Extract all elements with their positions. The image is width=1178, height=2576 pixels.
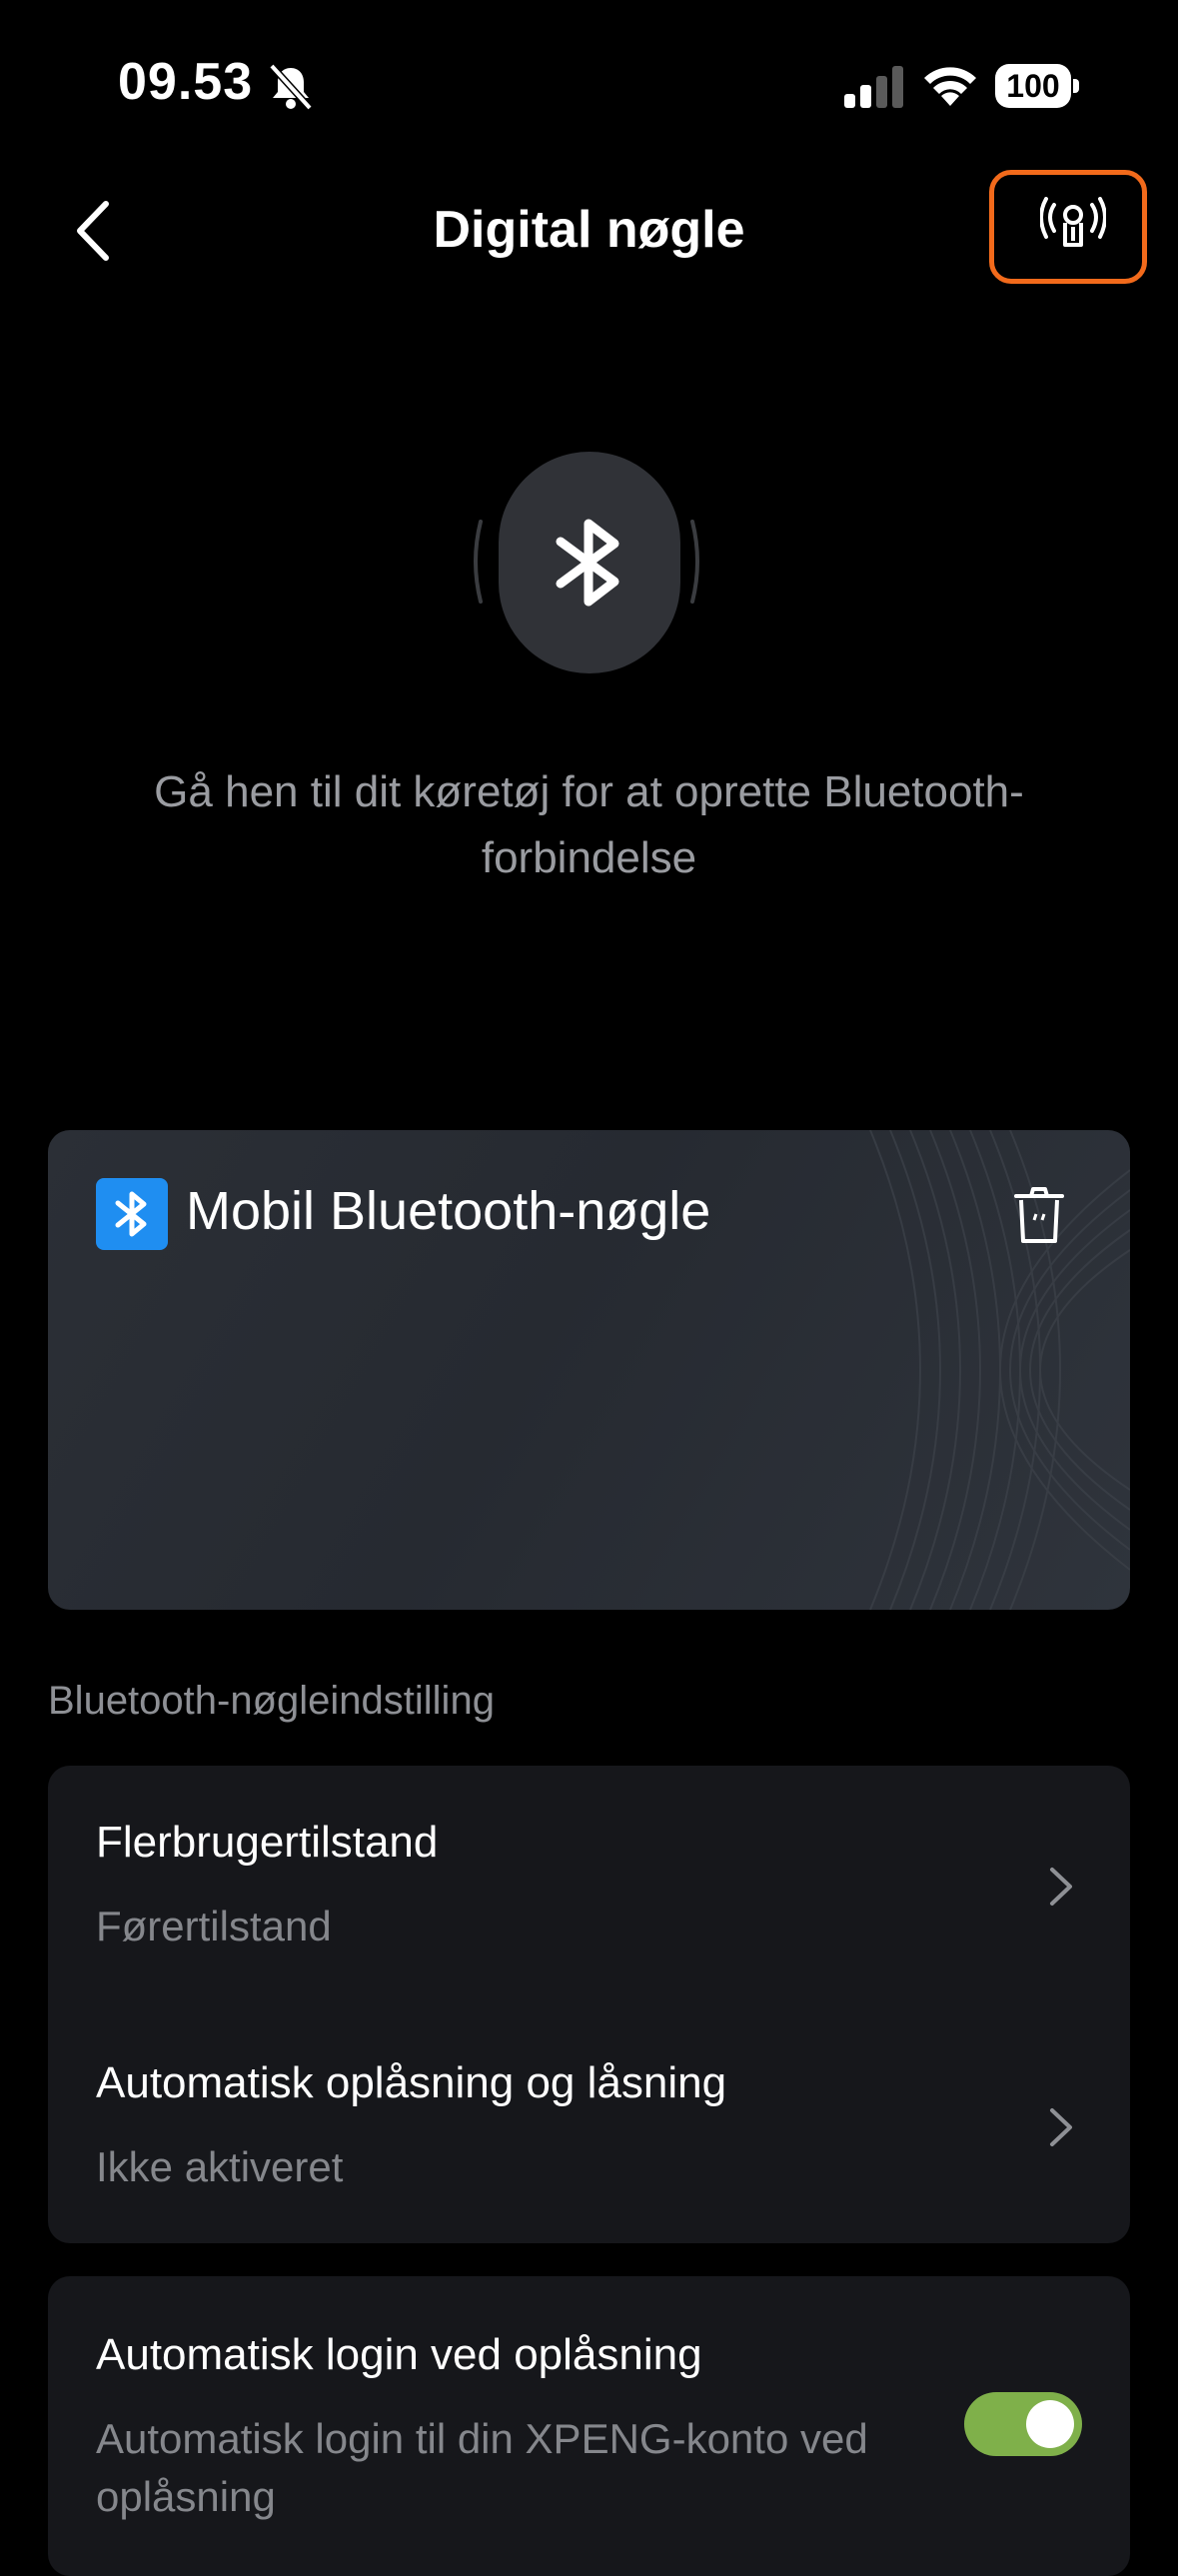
status-time: 09.53 bbox=[118, 53, 254, 111]
key-card-title: Mobil Bluetooth-nøgle bbox=[186, 1181, 711, 1241]
auto-login-toggle[interactable] bbox=[964, 2392, 1082, 2456]
auto-login-description: Automatisk login til din XPENG-konto ved… bbox=[96, 2415, 868, 2520]
trash-icon[interactable] bbox=[1014, 1186, 1064, 1244]
row-value: Førertilstand bbox=[96, 1903, 332, 1949]
signal-arc-right bbox=[690, 520, 699, 604]
row-value: Ikke aktiveret bbox=[96, 2143, 344, 2190]
card-wave-pattern bbox=[869, 1130, 1130, 1610]
signal-tower-icon bbox=[1040, 197, 1106, 247]
signal-arc-left bbox=[474, 520, 483, 604]
bluetooth-key-card[interactable]: Mobil Bluetooth-nøgle bbox=[48, 1130, 1130, 1610]
battery-level: 100 bbox=[995, 64, 1071, 108]
bell-muted-icon bbox=[269, 63, 313, 110]
connection-hint: Gå hen til dit køretøj for at oprette Bl… bbox=[154, 767, 1024, 882]
bluetooth-status-indicator bbox=[499, 452, 680, 673]
bluetooth-icon bbox=[115, 1191, 147, 1237]
wifi-icon bbox=[924, 67, 976, 106]
battery-indicator: 100 bbox=[995, 64, 1079, 110]
section-label: Bluetooth-nøgleindstilling bbox=[48, 1679, 495, 1723]
bluetooth-connection-button[interactable] bbox=[989, 170, 1147, 284]
settings-row-auto-unlock[interactable]: Automatisk oplåsning og låsning Ikke akt… bbox=[48, 2004, 1130, 2243]
cellular-signal-icon bbox=[844, 66, 903, 108]
row-title: Automatisk oplåsning og låsning bbox=[96, 2058, 727, 2107]
settings-row-multiuser[interactable]: Flerbrugertilstand Førertilstand bbox=[48, 1766, 1130, 2004]
bluetooth-badge bbox=[96, 1178, 168, 1250]
bluetooth-icon bbox=[556, 519, 619, 607]
settings-panel: Flerbrugertilstand Førertilstand Automat… bbox=[48, 1766, 1130, 2243]
toggle-knob bbox=[1026, 2400, 1074, 2448]
auto-login-title: Automatisk login ved oplåsning bbox=[96, 2330, 702, 2379]
auto-login-panel: Automatisk login ved oplåsning Automatis… bbox=[48, 2276, 1130, 2576]
row-title: Flerbrugertilstand bbox=[96, 1818, 439, 1867]
chevron-right-icon bbox=[1050, 1868, 1072, 1906]
chevron-right-icon bbox=[1050, 2108, 1072, 2146]
